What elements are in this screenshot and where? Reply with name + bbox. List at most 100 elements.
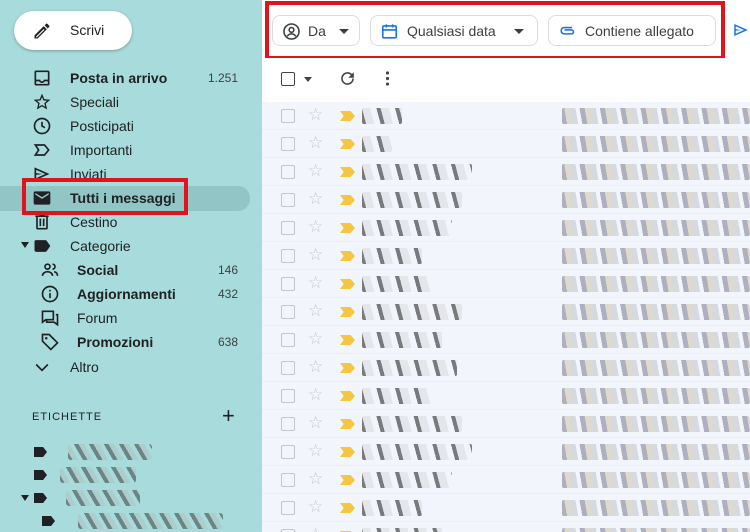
row-checkbox[interactable] bbox=[281, 193, 295, 207]
redacted-subject bbox=[562, 360, 750, 376]
highlight-box bbox=[265, 1, 725, 60]
email-row[interactable]: ☆ bbox=[262, 410, 750, 438]
star-icon[interactable]: ☆ bbox=[308, 469, 323, 489]
row-checkbox[interactable] bbox=[281, 361, 295, 375]
trash-icon bbox=[35, 214, 49, 230]
star-icon[interactable]: ☆ bbox=[308, 273, 323, 293]
row-checkbox[interactable] bbox=[281, 137, 295, 151]
email-row[interactable]: ☆ bbox=[262, 270, 750, 298]
important-marker-icon[interactable] bbox=[340, 251, 355, 261]
important-marker-icon[interactable] bbox=[340, 279, 355, 289]
star-icon[interactable]: ☆ bbox=[308, 105, 323, 125]
refresh-icon[interactable] bbox=[338, 69, 357, 88]
star-icon[interactable]: ☆ bbox=[308, 525, 323, 532]
email-row[interactable]: ☆ bbox=[262, 214, 750, 242]
important-marker-icon[interactable] bbox=[340, 307, 355, 317]
email-row[interactable]: ☆ bbox=[262, 382, 750, 410]
important-marker-icon[interactable] bbox=[340, 167, 355, 177]
email-row[interactable]: ☆ bbox=[262, 158, 750, 186]
redacted-sender bbox=[362, 136, 392, 152]
email-row[interactable]: ☆ bbox=[262, 438, 750, 466]
row-checkbox[interactable] bbox=[281, 417, 295, 431]
email-row[interactable]: ☆ bbox=[262, 242, 750, 270]
send-icon[interactable] bbox=[732, 21, 750, 39]
redacted-label bbox=[60, 467, 136, 483]
important-marker-icon[interactable] bbox=[340, 391, 355, 401]
star-icon[interactable]: ☆ bbox=[308, 133, 323, 153]
row-checkbox[interactable] bbox=[281, 277, 295, 291]
redacted-subject bbox=[562, 304, 750, 320]
row-checkbox[interactable] bbox=[281, 501, 295, 515]
row-checkbox[interactable] bbox=[281, 445, 295, 459]
nav-label: Posta in arrivo bbox=[70, 70, 168, 86]
important-marker-icon[interactable] bbox=[340, 111, 355, 121]
star-icon[interactable]: ☆ bbox=[308, 329, 323, 349]
nav-label: Forum bbox=[77, 310, 118, 326]
important-marker-icon[interactable] bbox=[340, 223, 355, 233]
select-dropdown-icon[interactable] bbox=[304, 77, 312, 82]
redacted-sender bbox=[362, 332, 442, 348]
star-icon[interactable]: ☆ bbox=[308, 301, 323, 321]
caret-down-icon[interactable] bbox=[21, 495, 29, 501]
email-row[interactable]: ☆ bbox=[262, 298, 750, 326]
nav-item-important[interactable]: Importanti bbox=[0, 138, 250, 162]
email-row[interactable]: ☆ bbox=[262, 326, 750, 354]
star-icon[interactable]: ☆ bbox=[308, 245, 323, 265]
nav-item-inbox[interactable]: Posta in arrivo 1.251 bbox=[0, 66, 250, 90]
more-vert-icon[interactable] bbox=[378, 69, 397, 88]
row-checkbox[interactable] bbox=[281, 221, 295, 235]
star-icon[interactable]: ☆ bbox=[308, 217, 323, 237]
star-icon[interactable]: ☆ bbox=[308, 441, 323, 461]
row-checkbox[interactable] bbox=[281, 473, 295, 487]
plus-icon[interactable]: + bbox=[222, 405, 235, 427]
email-row[interactable]: ☆ bbox=[262, 130, 750, 158]
nav-item-starred[interactable]: Speciali bbox=[0, 90, 250, 114]
important-marker-icon[interactable] bbox=[340, 447, 355, 457]
star-icon[interactable]: ☆ bbox=[308, 357, 323, 377]
email-row[interactable]: ☆ bbox=[262, 494, 750, 522]
label-item[interactable] bbox=[0, 464, 260, 486]
email-row[interactable]: ☆ bbox=[262, 102, 750, 130]
important-marker-icon[interactable] bbox=[340, 139, 355, 149]
important-marker-icon[interactable] bbox=[340, 503, 355, 513]
select-all-checkbox[interactable] bbox=[281, 72, 295, 86]
row-checkbox[interactable] bbox=[281, 333, 295, 347]
chevron-down-icon bbox=[35, 363, 49, 372]
label-item[interactable] bbox=[0, 510, 260, 532]
row-checkbox[interactable] bbox=[281, 305, 295, 319]
redacted-sender bbox=[362, 360, 457, 376]
compose-button[interactable]: Scrivi bbox=[14, 11, 132, 50]
nav-item-categories[interactable]: Categorie bbox=[0, 234, 250, 258]
star-icon[interactable]: ☆ bbox=[308, 497, 323, 517]
important-marker-icon[interactable] bbox=[340, 475, 355, 485]
row-checkbox[interactable] bbox=[281, 389, 295, 403]
nav-item-promotions[interactable]: Promozioni 638 bbox=[0, 330, 250, 354]
row-checkbox[interactable] bbox=[281, 249, 295, 263]
row-checkbox[interactable] bbox=[281, 165, 295, 179]
nav-item-updates[interactable]: Aggiornamenti 432 bbox=[0, 282, 250, 306]
star-icon[interactable]: ☆ bbox=[308, 161, 323, 181]
label-item[interactable] bbox=[0, 441, 260, 463]
email-row[interactable]: ☆ bbox=[262, 466, 750, 494]
email-row[interactable]: ☆ bbox=[262, 186, 750, 214]
redacted-sender bbox=[362, 164, 472, 180]
nav-item-social[interactable]: Social 146 bbox=[0, 258, 250, 282]
redacted-sender bbox=[362, 304, 462, 320]
nav-item-forums[interactable]: Forum bbox=[0, 306, 250, 330]
email-row[interactable]: ☆ bbox=[262, 522, 750, 532]
email-row[interactable]: ☆ bbox=[262, 354, 750, 382]
star-icon[interactable]: ☆ bbox=[308, 413, 323, 433]
star-icon[interactable]: ☆ bbox=[308, 189, 323, 209]
important-marker-icon[interactable] bbox=[340, 195, 355, 205]
caret-down-icon[interactable] bbox=[21, 242, 29, 248]
star-icon[interactable]: ☆ bbox=[308, 385, 323, 405]
row-checkbox[interactable] bbox=[281, 109, 295, 123]
nav-label: Importanti bbox=[70, 142, 133, 158]
nav-item-snoozed[interactable]: Posticipati bbox=[0, 114, 250, 138]
nav-item-more[interactable]: Altro bbox=[0, 355, 250, 379]
label-item[interactable] bbox=[0, 487, 260, 509]
redacted-subject bbox=[562, 332, 750, 348]
important-marker-icon[interactable] bbox=[340, 419, 355, 429]
important-marker-icon[interactable] bbox=[340, 363, 355, 373]
important-marker-icon[interactable] bbox=[340, 335, 355, 345]
